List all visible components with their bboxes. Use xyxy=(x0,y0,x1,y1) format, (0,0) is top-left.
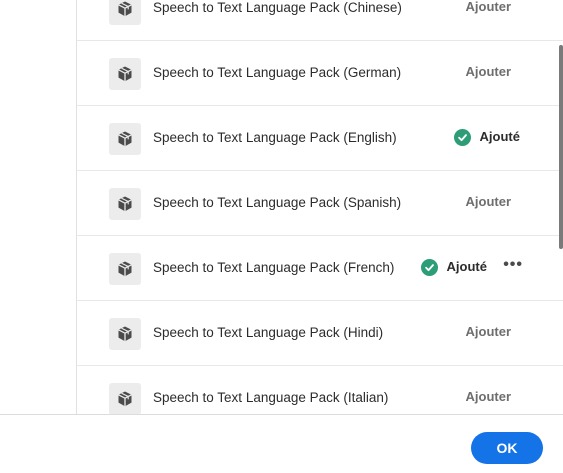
package-label: Speech to Text Language Pack (Italian) xyxy=(153,390,389,405)
list-item: Speech to Text Language Pack (English) Aj… xyxy=(77,106,563,171)
ok-button[interactable]: OK xyxy=(471,432,543,464)
more-options-icon[interactable]: ••• xyxy=(503,236,523,298)
add-button[interactable]: Ajouter xyxy=(466,366,512,414)
added-status: Ajouté xyxy=(453,106,520,168)
checkmark-circle-icon xyxy=(453,128,471,146)
list-item: Speech to Text Language Pack (Chinese) Aj… xyxy=(77,0,563,41)
left-panel xyxy=(0,0,77,414)
package-label: Speech to Text Language Pack (Spanish) xyxy=(153,195,402,210)
list-item: Speech to Text Language Pack (Italian) Aj… xyxy=(77,366,563,414)
added-label: Ajouté xyxy=(446,259,487,274)
add-button[interactable]: Ajouter xyxy=(466,41,512,103)
package-label: Speech to Text Language Pack (French) xyxy=(153,260,395,275)
checkmark-circle-icon xyxy=(420,258,438,276)
package-box-icon xyxy=(109,253,141,285)
package-box-icon xyxy=(109,318,141,350)
package-box-icon xyxy=(109,58,141,90)
added-label: Ajouté xyxy=(479,129,520,144)
list-item: Speech to Text Language Pack (Spanish) Aj… xyxy=(77,171,563,236)
package-label: Speech to Text Language Pack (German) xyxy=(153,65,402,80)
package-box-icon xyxy=(109,123,141,155)
list-item: Speech to Text Language Pack (German) Ajo… xyxy=(77,41,563,106)
package-label: Speech to Text Language Pack (Hindi) xyxy=(153,325,384,340)
add-button[interactable]: Ajouter xyxy=(466,0,512,38)
add-button[interactable]: Ajouter xyxy=(466,301,512,363)
package-box-icon xyxy=(109,383,141,414)
package-label: Speech to Text Language Pack (Chinese) xyxy=(153,0,402,15)
package-box-icon xyxy=(109,188,141,220)
add-button[interactable]: Ajouter xyxy=(466,171,512,233)
scrollbar[interactable] xyxy=(559,45,563,249)
package-box-icon xyxy=(109,0,141,25)
package-label: Speech to Text Language Pack (English) xyxy=(153,130,397,145)
dialog-footer: OK xyxy=(0,414,563,473)
added-status: Ajouté xyxy=(420,236,487,298)
language-pack-list: Speech to Text Language Pack (Chinese) Aj… xyxy=(77,0,563,414)
language-pack-list-items: Speech to Text Language Pack (Chinese) Aj… xyxy=(77,0,563,414)
list-item: Speech to Text Language Pack (Hindi) Ajou… xyxy=(77,301,563,366)
list-item: Speech to Text Language Pack (French) Ajo… xyxy=(77,236,563,301)
